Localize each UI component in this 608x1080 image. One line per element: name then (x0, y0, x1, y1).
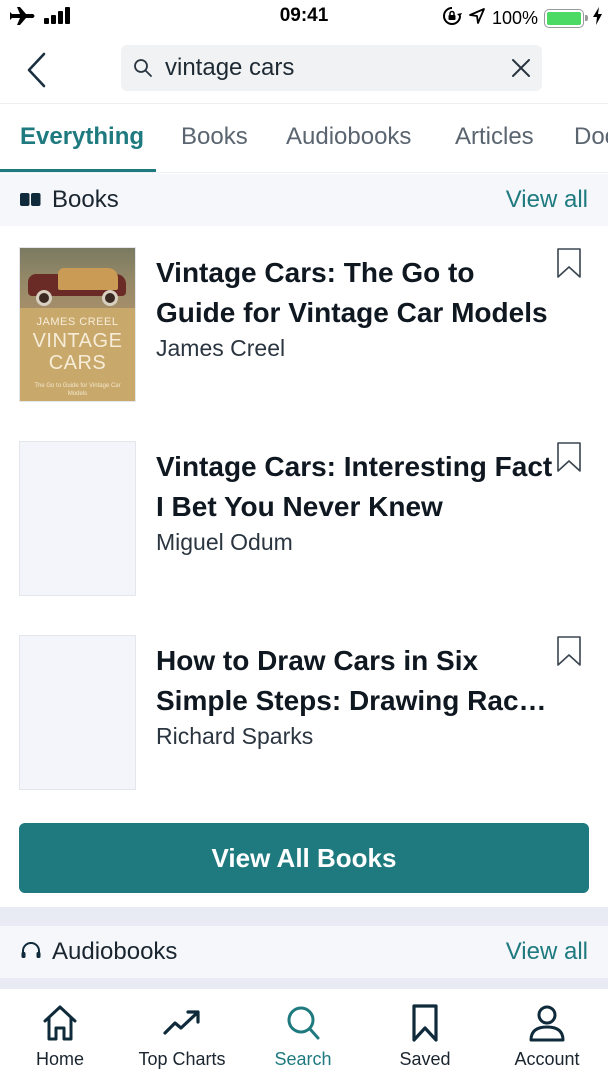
book-title[interactable]: Vintage Cars: Interesting Fact I Bet You… (156, 447, 556, 527)
car-wheel (36, 290, 52, 306)
search-bar[interactable] (121, 45, 542, 91)
tab-documents[interactable]: Documents (574, 123, 608, 151)
book-list-item[interactable]: JAMES CREEL VINTAGE CARS The Go to Guide… (0, 247, 608, 417)
battery-percent: 100% (491, 8, 538, 28)
chevron-left-icon (27, 52, 46, 88)
nav-account[interactable]: Account (492, 989, 602, 1080)
tab-articles[interactable]: Articles (455, 123, 534, 151)
bookmark-icon (557, 636, 581, 666)
car-wheel (102, 290, 118, 306)
headphones-icon (20, 941, 42, 961)
book-author[interactable]: Miguel Odum (156, 529, 293, 556)
book-title[interactable]: How to Draw Cars in Six Simple Steps: Dr… (156, 641, 556, 721)
active-tab-indicator (0, 169, 156, 172)
charging-icon (593, 7, 602, 30)
section-divider (0, 907, 608, 927)
audiobooks-view-all-link[interactable]: View all (506, 938, 588, 966)
car-wood (58, 268, 118, 290)
location-icon (468, 7, 486, 30)
nav-saved-label: Saved (399, 1049, 451, 1069)
section-divider (0, 978, 608, 989)
battery-icon (544, 9, 588, 28)
book-author[interactable]: James Creel (156, 335, 285, 362)
nav-search[interactable]: Search (248, 989, 358, 1080)
book-cover-placeholder[interactable] (19, 441, 136, 596)
save-bookmark-button[interactable] (556, 247, 584, 281)
books-section-header: Books View all (0, 174, 608, 226)
bookmark-icon (557, 248, 581, 278)
bottom-tab-bar: Home Top Charts Search Saved Account (0, 989, 608, 1080)
cover-photo (20, 248, 135, 308)
book-icon (20, 190, 42, 210)
view-all-books-button[interactable]: View All Books (19, 823, 589, 893)
nav-saved[interactable]: Saved (370, 989, 480, 1080)
save-bookmark-button[interactable] (556, 441, 584, 475)
nav-home-label: Home (35, 1049, 84, 1069)
tab-everything[interactable]: Everything (20, 123, 144, 151)
book-title[interactable]: Vintage Cars: The Go to Guide for Vintag… (156, 253, 556, 333)
clear-search-button[interactable] (508, 55, 534, 81)
back-button[interactable] (20, 50, 52, 90)
status-right: 100% (442, 6, 602, 31)
book-list-item[interactable]: How to Draw Cars in Six Simple Steps: Dr… (0, 635, 608, 805)
audiobooks-section-header: Audiobooks View all (0, 926, 608, 978)
search-header (0, 34, 608, 104)
books-section-title: Books (52, 186, 119, 213)
book-cover[interactable]: JAMES CREEL VINTAGE CARS The Go to Guide… (19, 247, 136, 402)
books-view-all-link[interactable]: View all (506, 186, 588, 214)
bookmark-icon (412, 1004, 438, 1042)
filter-tabs: Everything Books Audiobooks Articles Doc… (0, 105, 608, 173)
tab-audiobooks[interactable]: Audiobooks (286, 123, 411, 151)
nav-search-label: Search (274, 1049, 332, 1069)
trending-icon (163, 1010, 200, 1035)
cover-subtitle: The Go to Guide for Vintage Car Models (34, 383, 121, 397)
book-author[interactable]: Richard Sparks (156, 723, 313, 750)
cover-author: JAMES CREEL (36, 316, 119, 328)
cover-art: JAMES CREEL VINTAGE CARS The Go to Guide… (20, 248, 135, 401)
search-icon (133, 57, 155, 79)
bookmark-icon (557, 442, 581, 472)
account-icon (529, 1005, 565, 1042)
tab-books[interactable]: Books (181, 123, 248, 151)
status-bar: 09:41 100% (0, 0, 608, 34)
nav-home[interactable]: Home (5, 989, 115, 1080)
close-icon (512, 59, 530, 77)
audiobooks-section-title: Audiobooks (52, 938, 178, 965)
cover-title-line2: CARS (48, 352, 107, 374)
orientation-lock-icon (442, 6, 462, 31)
search-icon (287, 1006, 320, 1040)
nav-account-label: Account (514, 1049, 580, 1069)
cover-title-line1: VINTAGE (32, 330, 123, 352)
book-cover-placeholder[interactable] (19, 635, 136, 790)
save-bookmark-button[interactable] (556, 635, 584, 669)
battery-fill (547, 12, 581, 25)
nav-top-charts-label: Top Charts (138, 1049, 226, 1069)
search-input[interactable] (165, 54, 485, 82)
nav-top-charts[interactable]: Top Charts (127, 989, 237, 1080)
home-icon (43, 1005, 77, 1041)
book-list-item[interactable]: Vintage Cars: Interesting Fact I Bet You… (0, 441, 608, 611)
